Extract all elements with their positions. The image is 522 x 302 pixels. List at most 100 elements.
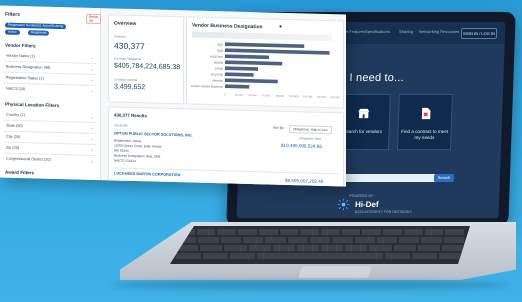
vendor-detail: Registration: Active: [114, 138, 142, 144]
divider: [4, 60, 96, 64]
filter-label: NAICS: [6, 86, 18, 91]
filters-title: Filters: [5, 11, 21, 18]
filter-count: (1): [39, 76, 44, 81]
sort-select[interactable]: Obligations: High to Low: [289, 125, 332, 135]
search-button[interactable]: Search: [433, 174, 455, 182]
stat-label: Contract Actions: [114, 77, 138, 83]
chevron-down-icon[interactable]: ⌄: [90, 114, 93, 119]
vendor-link[interactable]: LOCKHEED MARTIN CORPORATION: [114, 171, 180, 177]
hidef-logo-icon: [337, 198, 350, 211]
results-card: 430,377 Results Sort By: Obligations: Hi…: [108, 106, 344, 187]
filter-chip[interactable]: Active: [5, 29, 20, 35]
filter-count: (20): [13, 134, 21, 140]
filter-business-designation[interactable]: Business Designation (48): [6, 65, 50, 70]
document-icon: [421, 107, 431, 120]
chart-title: Vendor Business Designation: [192, 22, 263, 31]
nav-link[interactable]: Sharing: [399, 29, 413, 34]
brand-name: Hi-Def: [354, 200, 379, 209]
filters-panel: Filters Reset All Registration Number(s)…: [0, 5, 102, 181]
bar: [225, 54, 269, 60]
chevron-down-icon[interactable]: ⌄: [90, 147, 93, 152]
search-input[interactable]: [337, 174, 449, 182]
bar: [225, 42, 305, 49]
filter-count: (1): [30, 54, 35, 59]
bar: [225, 66, 258, 71]
filter-congressional-district[interactable]: Congressional District (20): [6, 157, 51, 162]
filter-label: Country: [6, 112, 20, 117]
filter-label: Congressional District: [6, 156, 43, 162]
x-tick-label: 160,000: [330, 95, 340, 99]
x-tick-label: 20,000: [235, 93, 243, 97]
filter-country[interactable]: Country (1): [6, 113, 25, 117]
bar: [225, 72, 254, 77]
hero-headline: I need to...: [349, 72, 405, 84]
bar-category-label: Woman Owned Business: [191, 84, 223, 89]
stat-label: Vendors: [114, 34, 126, 39]
filter-label: Business Designation: [6, 64, 43, 70]
bar-category-label: SDB: [217, 49, 223, 53]
filter-zip[interactable]: Zip (20): [6, 146, 19, 150]
brand-subtitle: DATA INTEGRITY FOR DECISIONS: [354, 210, 412, 214]
filter-naics[interactable]: NAICS (10): [6, 87, 25, 92]
filter-label: Vendor Name: [6, 53, 30, 59]
chevron-down-icon[interactable]: ⌄: [90, 88, 93, 93]
divider: [4, 82, 96, 86]
designation-chart-card: Vendor Business Designation ● 8(a) SDB HUB…: [186, 16, 344, 109]
x-tick-label: 60,000: [262, 93, 270, 97]
filter-count: (50): [15, 123, 23, 129]
chevron-down-icon[interactable]: ⌄: [90, 66, 93, 71]
login-button[interactable]: SIGN IN / LOG IN: [460, 28, 498, 39]
column-header-obligation: Obligation Total: [299, 136, 321, 141]
chevron-down-icon[interactable]: ⌄: [90, 136, 93, 141]
filter-chip[interactable]: Registered: [28, 30, 50, 36]
chevron-down-icon[interactable]: ⌄: [90, 55, 93, 60]
x-tick-label: 40,000: [249, 93, 257, 97]
stat-value: 430,377: [114, 40, 145, 52]
obligation-amount: $9,595,007,202.45: [285, 177, 324, 184]
obligation-amount: $10,495,098,524.88: [281, 142, 322, 149]
chevron-down-icon[interactable]: ⌄: [90, 77, 93, 82]
column-header-vendor: VENDOR: [114, 123, 128, 128]
nav-link[interactable]: Specifications: [365, 29, 390, 34]
filter-chip[interactable]: Registration Number(s): Active/Existing: [5, 22, 67, 30]
keyboard: [170, 226, 470, 264]
filter-vendor-name[interactable]: Vendor Name (1): [6, 54, 35, 59]
results-count: 430,377 Results: [114, 112, 147, 119]
filter-label: State: [6, 123, 15, 128]
overview-card: Overview Vendors 430,377 Contract Obliga…: [108, 14, 184, 105]
bar-category-label: Minority: [212, 79, 223, 83]
divider: [4, 152, 96, 156]
trackpad: [298, 266, 372, 278]
chevron-down-icon[interactable]: ⌄: [90, 125, 93, 130]
x-tick-label: 0: [224, 92, 226, 96]
divider: [4, 141, 96, 145]
x-tick-label: 100,000: [289, 94, 299, 98]
vendor-detail: MN 55344: [114, 148, 129, 153]
bar-category-label: 8(a): [218, 43, 223, 47]
divider: [4, 119, 96, 123]
chevron-down-icon[interactable]: ⌄: [90, 158, 93, 163]
info-icon[interactable]: ●: [279, 24, 282, 30]
filter-count: (48): [43, 65, 51, 70]
bar-category-label: SDVOSB: [210, 72, 223, 76]
location-filters-heading: Physical Location Filters: [5, 101, 60, 109]
nav-link[interactable]: Networking Resources: [419, 29, 459, 34]
find-contract-tile[interactable]: Find a contract to meet my needs: [396, 94, 453, 150]
storefront-icon: [358, 108, 370, 119]
vendor-detail: NAICS: 524114: [114, 158, 136, 164]
powered-by-label: POWERED BY: [349, 194, 374, 198]
tile-label: Find a contract to meet my needs: [401, 129, 449, 140]
vendor-link[interactable]: OPTUM PUBLIC SECTOR SOLUTIONS, INC.: [114, 131, 193, 137]
x-tick-label: 120,000: [303, 94, 313, 98]
bar-category-label: HUBZone: [210, 54, 224, 58]
bar-category-label: VOSB: [215, 67, 223, 71]
designation-bar-chart: 8(a) SDBHUBZone WOSB VOSBSDVOSB MinorityWoma…: [191, 42, 340, 99]
filter-state[interactable]: State (50): [6, 124, 23, 128]
laptop-shadow: [110, 280, 510, 290]
filter-label: Registration Status: [6, 75, 39, 81]
filter-count: (20): [12, 145, 20, 150]
filter-count: (1): [20, 113, 25, 118]
filter-registration-status[interactable]: Registration Status (1): [6, 76, 44, 81]
reset-filters-button[interactable]: Reset All: [86, 13, 102, 25]
filter-city[interactable]: City (20): [6, 135, 20, 139]
